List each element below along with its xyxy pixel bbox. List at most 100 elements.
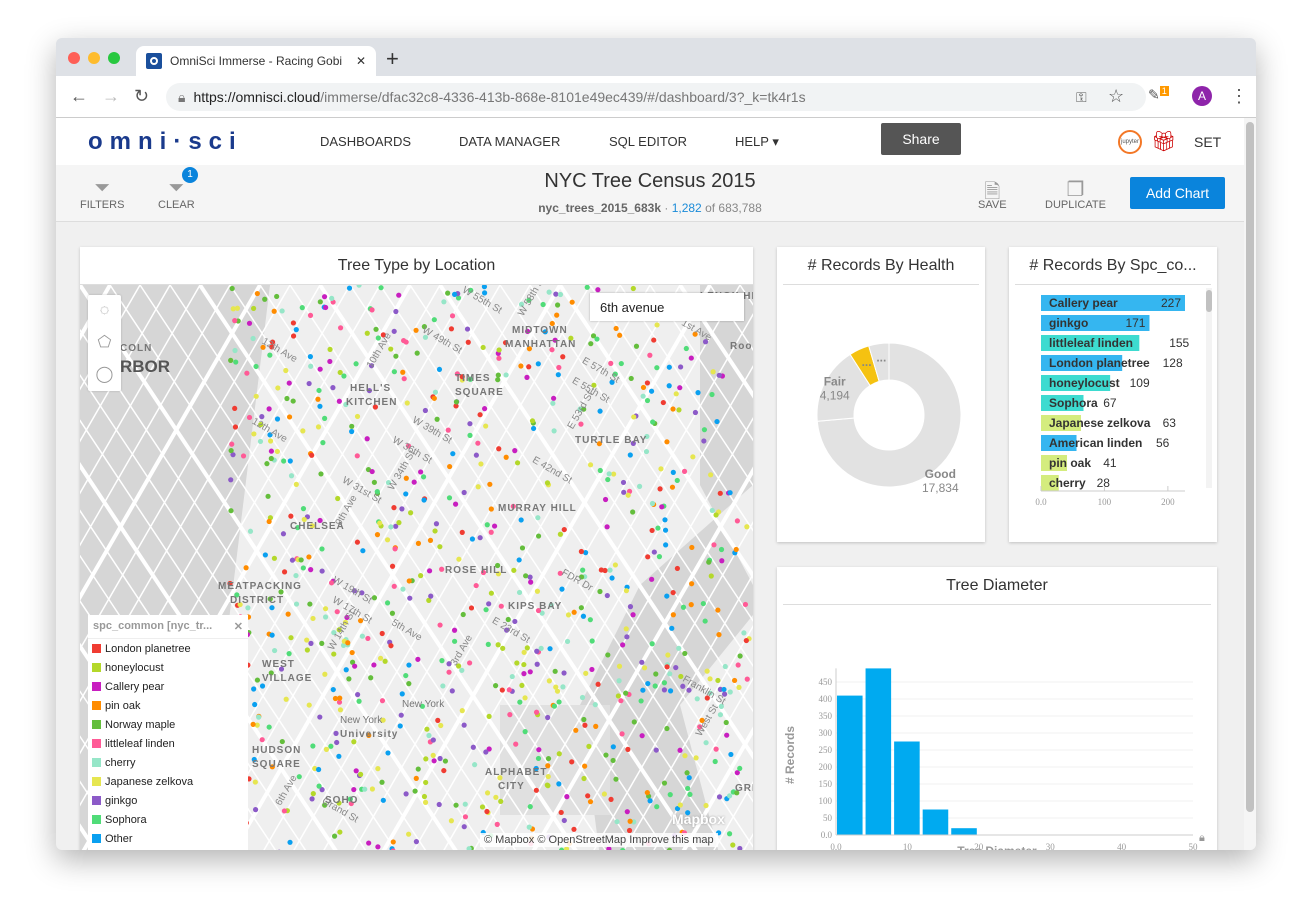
tree-point: [462, 814, 469, 820]
tree-point: [379, 698, 386, 704]
jupyter-icon[interactable]: jupyter: [1118, 130, 1142, 154]
tree-point: [662, 517, 668, 523]
slice-label: ...: [862, 355, 872, 369]
tree-point: [657, 486, 663, 492]
y-tick-label: 400: [819, 694, 833, 704]
tree-point: [544, 480, 551, 486]
close-tab-icon[interactable]: ✕: [356, 54, 366, 68]
chart-title[interactable]: # Records By Health: [783, 247, 979, 285]
tree-point: [546, 289, 552, 295]
menu-dashboards[interactable]: DASHBOARDS: [320, 134, 411, 149]
legend-swatch: [92, 739, 101, 748]
map-search-input[interactable]: 6th avenue: [590, 293, 744, 321]
legend-item[interactable]: Norway maple: [88, 715, 248, 734]
legend-item[interactable]: ginkgo: [88, 791, 248, 810]
browser-tab[interactable]: OmniSci Immerse - Racing Gobi ✕: [136, 46, 376, 76]
tree-point: [703, 802, 709, 809]
legend-item[interactable]: Other: [88, 829, 248, 848]
legend-swatch: [92, 834, 101, 843]
tree-point: [579, 694, 586, 701]
tree-point: [683, 345, 689, 352]
new-tab-button[interactable]: +: [386, 46, 399, 72]
tree-point: [345, 640, 351, 646]
tree-point: [388, 643, 394, 649]
add-chart-button[interactable]: Add Chart: [1130, 177, 1225, 209]
back-icon[interactable]: ←: [70, 86, 88, 107]
legend-item[interactable]: Callery pear: [88, 677, 248, 696]
health-chart-panel: # Records By Health Good 17,834 Fair 4,194.…: [777, 247, 985, 542]
tree-point: [459, 708, 465, 714]
tree-point: [232, 405, 238, 412]
tree-point: [331, 833, 338, 839]
more-menu-icon[interactable]: ⋮: [1230, 86, 1248, 107]
legend-item[interactable]: littleleaf linden: [88, 734, 248, 753]
save-button[interactable]: 🗎︎ SAVE: [978, 177, 1007, 211]
tree-point: [530, 425, 537, 432]
legend-item[interactable]: Sophora: [88, 810, 248, 829]
tree-point: [709, 507, 715, 514]
menu-data-manager[interactable]: DATA MANAGER: [459, 134, 560, 149]
url-input[interactable]: 🔒︎ https://omnisci.cloud/immerse/dfac32c8…: [166, 83, 1146, 111]
circle-select-tool-icon[interactable]: ◌: [88, 295, 121, 327]
scrollbar-thumb: [1206, 290, 1212, 312]
tree-point: [498, 798, 504, 804]
chart-title[interactable]: # Records By Spc_co...: [1015, 247, 1211, 285]
tree-point: [380, 797, 386, 803]
tree-point: [499, 687, 505, 693]
tree-point: [503, 372, 509, 378]
gift-icon[interactable]: 🎁︎: [1151, 129, 1176, 154]
legend-item[interactable]: pin oak: [88, 696, 248, 715]
map-canvas[interactable]: MIDTOWN MANHATTAN HELL'S KITCHEN TIMES SQUARE…: [80, 285, 753, 850]
map-attribution[interactable]: © Mapbox © OpenStreetMap Improve this ma…: [480, 833, 718, 847]
tree-point: [631, 414, 637, 420]
tree-point: [736, 684, 742, 691]
chart-title[interactable]: Tree Diameter: [783, 567, 1211, 605]
tree-point: [507, 712, 513, 718]
tree-point: [306, 702, 312, 708]
donut-chart: Good17,834 Fair4,194......: [816, 342, 962, 495]
close-legend-icon[interactable]: ✕: [234, 620, 243, 633]
tree-point: [737, 765, 743, 772]
tree-point: [648, 388, 655, 394]
menu-help[interactable]: HELP ▾: [735, 134, 779, 150]
bookmark-star-icon[interactable]: ☆: [1108, 86, 1124, 107]
forward-icon[interactable]: →: [102, 86, 120, 107]
legend-item[interactable]: cherry: [88, 753, 248, 772]
tree-point: [403, 672, 409, 679]
map-neighborhood-label: SQUARE: [252, 759, 301, 770]
polygon-select-tool-icon[interactable]: ⬠: [88, 327, 121, 359]
tree-point: [391, 328, 397, 334]
legend-item[interactable]: honeylocust: [88, 658, 248, 677]
tree-point: [523, 573, 529, 579]
tree-point: [488, 529, 494, 535]
settings-menu[interactable]: SET: [1194, 134, 1221, 150]
tree-point: [406, 681, 412, 687]
menu-sql-editor[interactable]: SQL EDITOR: [609, 134, 687, 149]
close-window-button[interactable]: [68, 52, 80, 64]
legend-item[interactable]: Japanese zelkova: [88, 772, 248, 791]
tree-point: [375, 844, 381, 850]
tree-point: [320, 440, 326, 446]
tree-point: [573, 727, 579, 733]
key-icon[interactable]: ⚿: [1076, 89, 1087, 106]
tree-point: [423, 779, 429, 786]
page-scrollbar[interactable]: [1244, 118, 1256, 850]
chart-title[interactable]: Tree Type by Location: [80, 247, 753, 285]
maximize-window-button[interactable]: [108, 52, 120, 64]
omnisci-logo[interactable]: omni·sci: [88, 128, 243, 156]
minimize-window-button[interactable]: [88, 52, 100, 64]
tree-point: [389, 563, 396, 569]
tree-point: [446, 495, 453, 501]
tree-point: [330, 385, 336, 391]
map-neighborhood-label: GRE: [735, 783, 753, 794]
avatar[interactable]: A: [1192, 86, 1212, 106]
duplicate-button[interactable]: ❐ DUPLICATE: [1045, 177, 1106, 211]
tree-point: [553, 684, 559, 690]
legend-item[interactable]: London planetree: [88, 639, 248, 658]
share-button[interactable]: Share: [881, 123, 961, 155]
tree-point: [603, 752, 609, 758]
reload-icon[interactable]: ↻: [134, 86, 149, 107]
extension-icon[interactable]: ✎ 1: [1148, 86, 1169, 104]
lasso-select-tool-icon[interactable]: ◯: [88, 359, 121, 391]
tree-point: [700, 600, 706, 607]
